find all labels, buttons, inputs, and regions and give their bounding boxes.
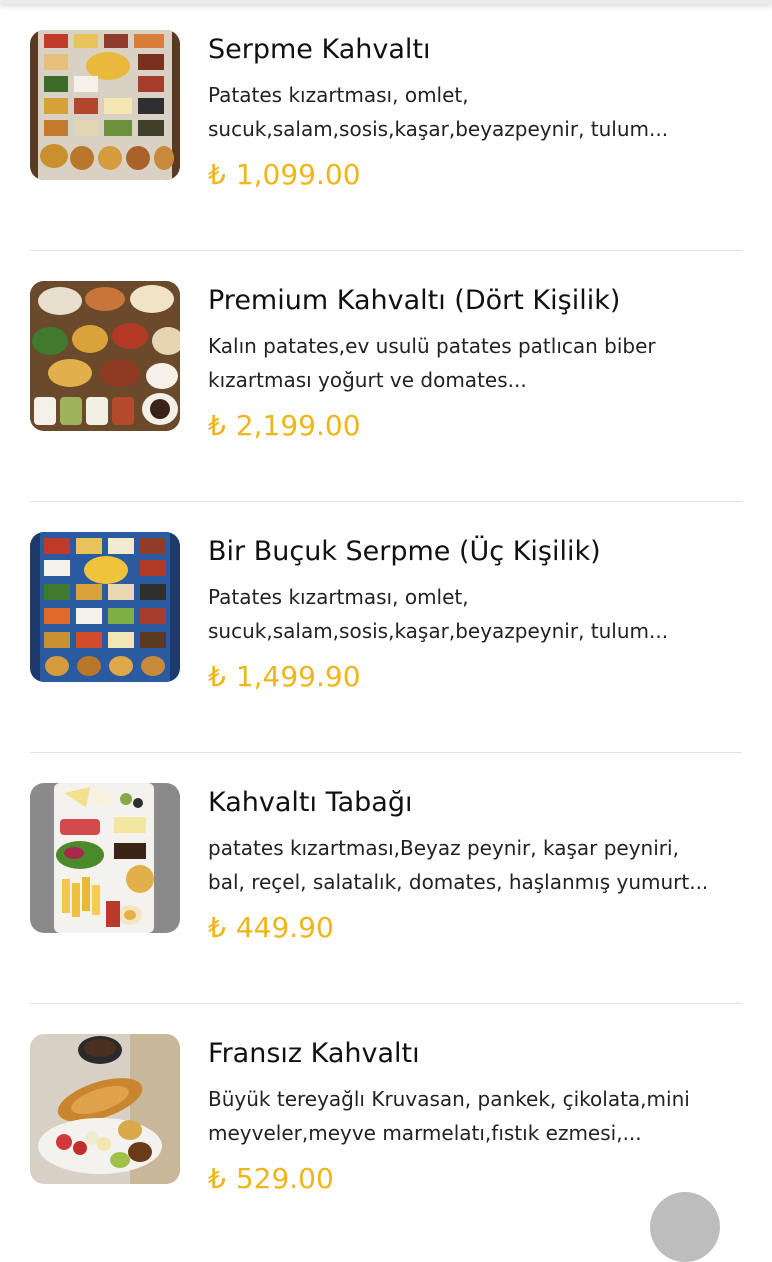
- item-description-line: kızartması yoğurt ve domates...: [208, 368, 527, 392]
- item-description: Büyük tereyağlı Kruvasan, pankek, çikola…: [208, 1082, 708, 1150]
- currency-symbol: ₺: [208, 158, 226, 191]
- item-description-line: patates kızartması,Beyaz peynir, kaşar p…: [208, 836, 679, 860]
- item-description-line: Büyük tereyağlı Kruvasan, pankek, çikola…: [208, 1087, 690, 1111]
- price-value: 1,499.90: [235, 660, 361, 693]
- menu-item-premium-kahvalti[interactable]: Premium Kahvaltı (Dört Kişilik) Kalın pa…: [30, 251, 742, 502]
- item-description-line: bal, reçel, salatalık, domates, haşlanmı…: [208, 870, 708, 894]
- item-photo[interactable]: [30, 30, 180, 180]
- menu-item-fransiz-kahvalti[interactable]: Fransız Kahvaltı Büyük tereyağlı Kruvasa…: [30, 1004, 742, 1255]
- item-description-line: Patates kızartması, omlet,: [208, 585, 469, 609]
- item-description: patates kızartması,Beyaz peynir, kaşar p…: [208, 831, 708, 899]
- item-description: Patates kızartması, omlet, sucuk,salam,s…: [208, 78, 708, 146]
- price-value: 529.00: [235, 1162, 334, 1195]
- item-description-line: sucuk,salam,sosis,kaşar,beyazpeynir, tul…: [208, 619, 669, 643]
- menu-item-kahvalti-tabagi[interactable]: Kahvaltı Tabağı patates kızartması,Beyaz…: [30, 753, 742, 1004]
- item-photo[interactable]: [30, 783, 180, 933]
- item-photo[interactable]: [30, 532, 180, 682]
- item-description-line: sucuk,salam,sosis,kaşar,beyazpeynir, tul…: [208, 117, 669, 141]
- item-name: Serpme Kahvaltı: [208, 34, 431, 65]
- price-value: 449.90: [235, 911, 334, 944]
- item-name: Premium Kahvaltı (Dört Kişilik): [208, 285, 621, 316]
- price-value: 2,199.00: [235, 409, 361, 442]
- item-description-line: meyveler,meyve marmelatı,fıstık ezmesi,.…: [208, 1121, 642, 1145]
- item-price: ₺ 1,099.00: [208, 158, 361, 191]
- price-value: 1,099.00: [235, 158, 361, 191]
- item-photo[interactable]: [30, 281, 180, 431]
- item-name: Bir Buçuk Serpme (Üç Kişilik): [208, 536, 601, 567]
- item-price: ₺ 529.00: [208, 1162, 334, 1195]
- item-price: ₺ 2,199.00: [208, 409, 361, 442]
- item-description-line: Kalın patates,ev usulü patates patlıcan …: [208, 334, 656, 358]
- currency-symbol: ₺: [208, 409, 226, 442]
- currency-symbol: ₺: [208, 1162, 226, 1195]
- currency-symbol: ₺: [208, 660, 226, 693]
- item-price: ₺ 449.90: [208, 911, 334, 944]
- menu-item-serpme-kahvalti[interactable]: Serpme Kahvaltı Patates kızartması, omle…: [30, 0, 742, 251]
- item-name: Fransız Kahvaltı: [208, 1038, 420, 1069]
- floating-action-button[interactable]: [650, 1192, 720, 1262]
- item-price: ₺ 1,499.90: [208, 660, 361, 693]
- menu-item-bir-bucuk-serpme[interactable]: Bir Buçuk Serpme (Üç Kişilik) Patates kı…: [30, 502, 742, 753]
- item-description-line: Patates kızartması, omlet,: [208, 83, 469, 107]
- item-name: Kahvaltı Tabağı: [208, 787, 413, 818]
- item-photo[interactable]: [30, 1034, 180, 1184]
- item-description: Patates kızartması, omlet, sucuk,salam,s…: [208, 580, 708, 648]
- currency-symbol: ₺: [208, 911, 226, 944]
- item-description: Kalın patates,ev usulü patates patlıcan …: [208, 329, 708, 397]
